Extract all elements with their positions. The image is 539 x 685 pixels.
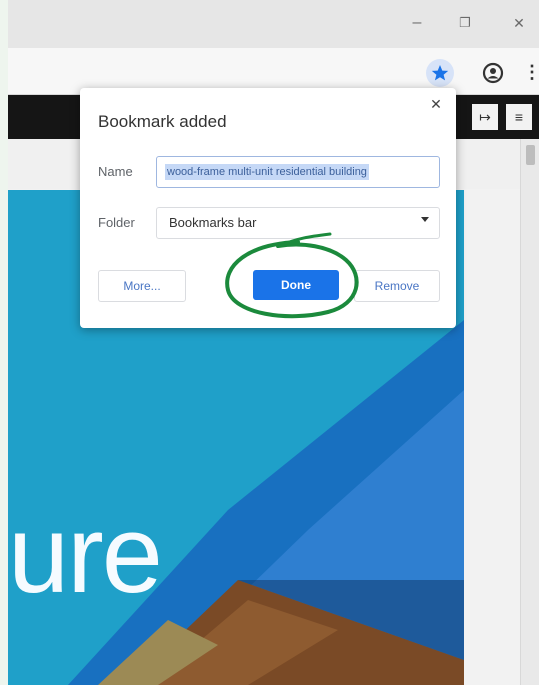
close-icon[interactable]: ✕ <box>428 96 444 112</box>
account-circle-icon <box>482 62 504 84</box>
more-button[interactable]: More... <box>98 270 186 302</box>
folder-selected-value: Bookmarks bar <box>169 215 257 230</box>
title-bar: – ❐ ✕ <box>8 0 539 48</box>
close-window-button[interactable]: ✕ <box>508 12 530 34</box>
hero-heading: ure <box>8 493 163 616</box>
name-label: Name <box>98 164 133 179</box>
bookmark-name-input[interactable]: wood-frame multi-unit residential buildi… <box>156 156 440 188</box>
minimize-button[interactable]: – <box>406 12 428 34</box>
chevron-down-icon <box>421 217 429 222</box>
annotation-circle <box>225 232 359 319</box>
site-share-icon[interactable]: ↦ <box>472 104 498 130</box>
site-menu-icon[interactable]: ≡ <box>506 104 532 130</box>
popup-title: Bookmark added <box>98 112 227 131</box>
bookmark-name-value: wood-frame multi-unit residential buildi… <box>165 164 369 180</box>
folder-label: Folder <box>98 215 135 230</box>
bookmark-star-button[interactable] <box>426 59 454 87</box>
page-scrollbar[interactable] <box>520 139 539 685</box>
star-icon <box>431 65 449 81</box>
menu-kebab-icon[interactable]: ⋮ <box>523 58 539 86</box>
scrollbar-thumb[interactable] <box>526 145 535 165</box>
restore-button[interactable]: ❐ <box>454 12 476 34</box>
account-button[interactable] <box>482 62 504 84</box>
